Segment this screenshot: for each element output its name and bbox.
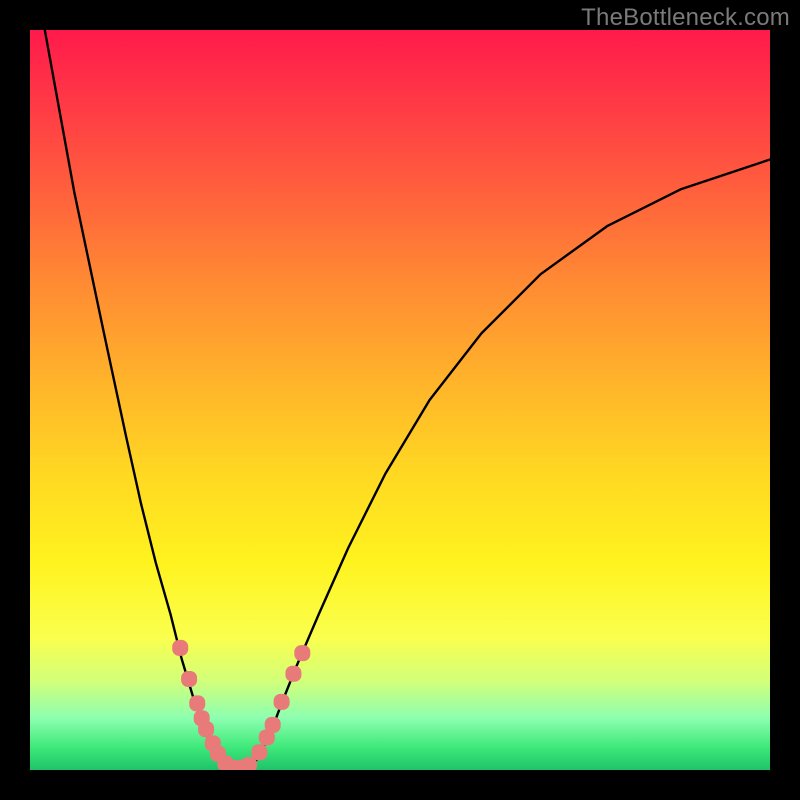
marker-group — [172, 640, 310, 770]
marker-point — [189, 695, 205, 711]
watermark-text: TheBottleneck.com — [581, 4, 790, 32]
plot-area — [30, 30, 770, 770]
marker-point — [198, 721, 214, 737]
marker-point — [274, 694, 290, 710]
chart-svg — [30, 30, 770, 770]
marker-point — [294, 645, 310, 661]
marker-point — [251, 744, 267, 760]
marker-point — [181, 671, 197, 687]
marker-point — [285, 666, 301, 682]
bottleneck-curve — [45, 30, 770, 770]
marker-point — [172, 640, 188, 656]
marker-point — [265, 717, 281, 733]
chart-frame: TheBottleneck.com — [0, 0, 800, 800]
